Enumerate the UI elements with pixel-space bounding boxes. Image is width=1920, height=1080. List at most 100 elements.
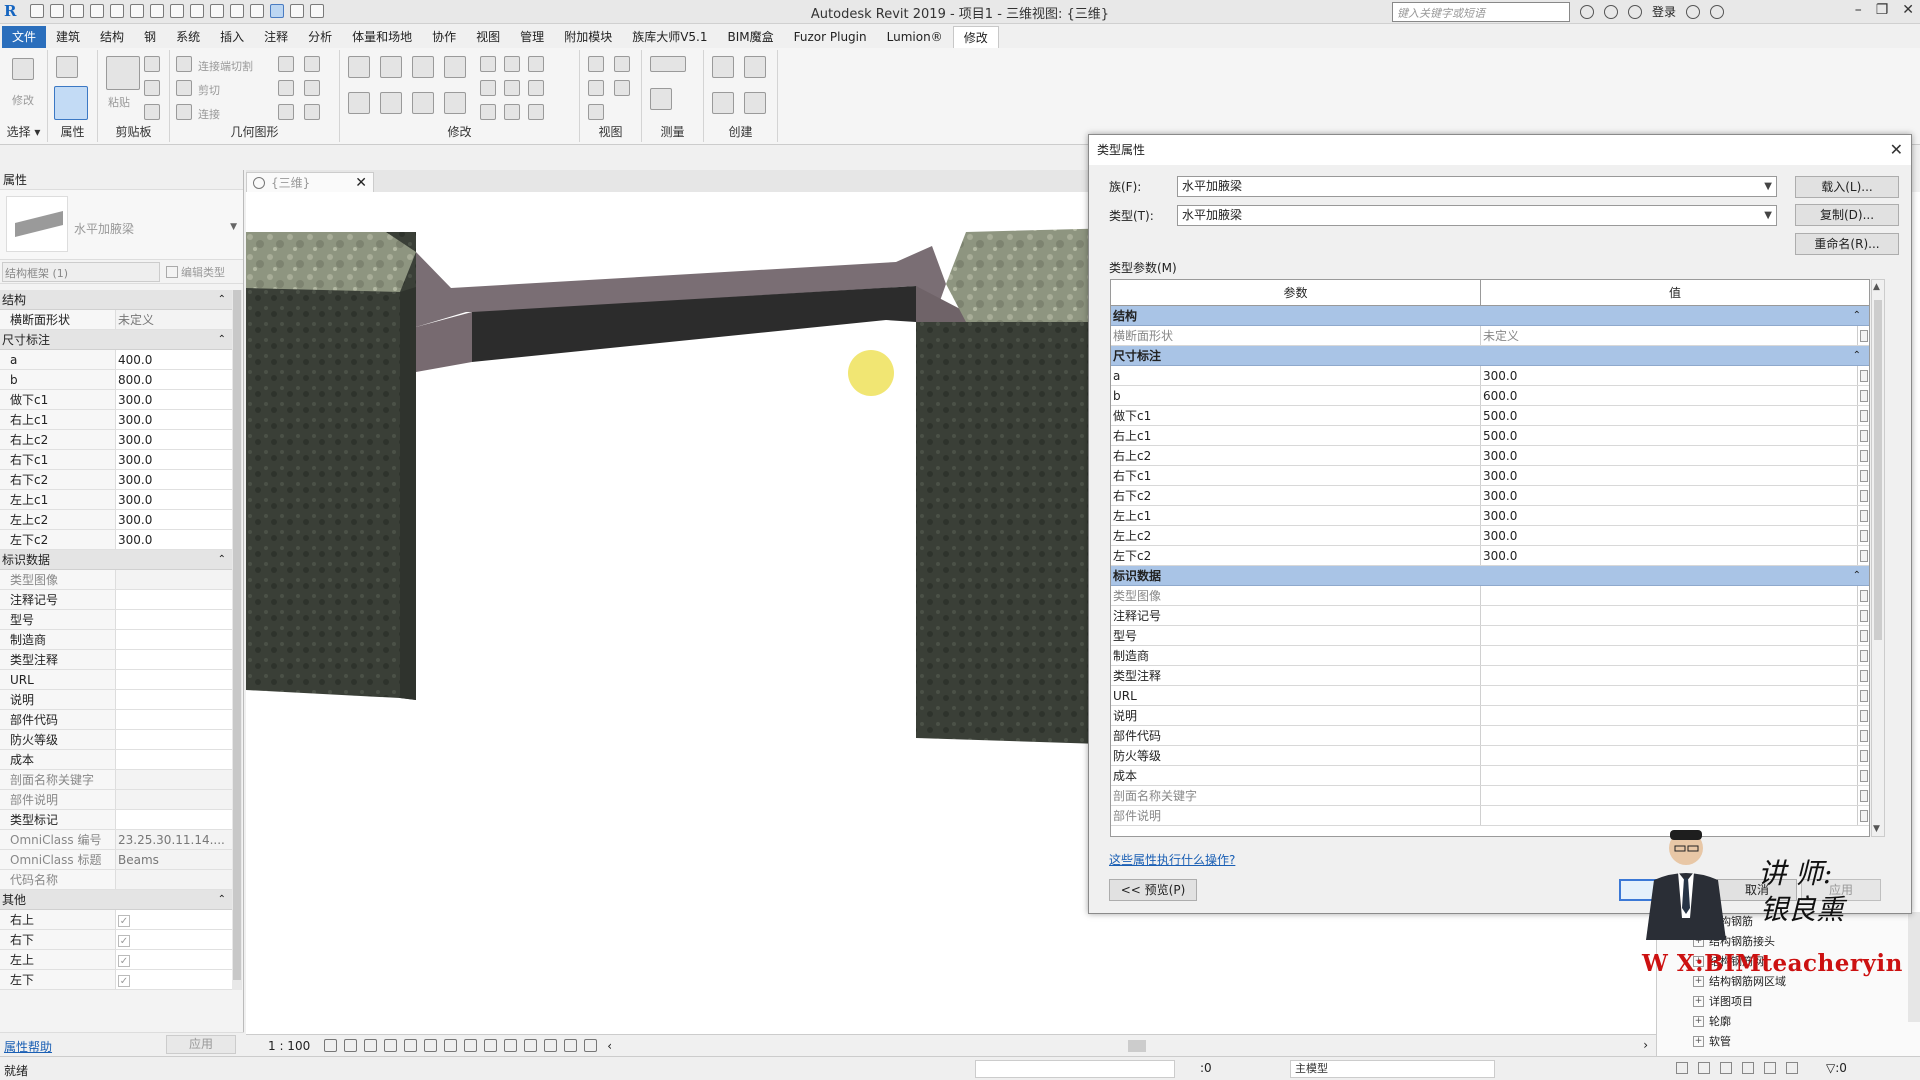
select-underlay-icon[interactable] (1698, 1062, 1710, 1074)
create-group-icon[interactable] (712, 92, 734, 114)
sync-icon[interactable] (70, 4, 84, 18)
detail-level-icon[interactable] (324, 1039, 338, 1052)
family-select[interactable]: 水平加腋梁 ▼ (1177, 175, 1777, 197)
associate-parameter-button[interactable] (1857, 486, 1869, 505)
tab-family-library[interactable]: 族库大师V5.1 (622, 26, 717, 48)
align-icon[interactable] (348, 56, 370, 78)
unpin-icon[interactable] (528, 80, 544, 96)
associate-parameter-button[interactable] (1857, 506, 1869, 525)
analytical-model-icon[interactable] (544, 1039, 558, 1052)
help-icon[interactable] (1710, 4, 1725, 19)
cope-icon[interactable] (176, 56, 192, 72)
section-icon[interactable] (250, 4, 264, 18)
grid-param-value[interactable]: 500.0 (1481, 406, 1857, 425)
join-label[interactable]: 连接 (198, 106, 220, 122)
tab-steel[interactable]: 钢 (134, 26, 166, 48)
property-value[interactable]: 300.0 (116, 490, 232, 509)
property-value[interactable] (116, 870, 232, 889)
grid-param-value[interactable] (1481, 646, 1857, 665)
crop-view-icon[interactable] (424, 1039, 438, 1052)
split-face-icon[interactable] (278, 56, 294, 72)
trim-extend-icon[interactable] (444, 92, 466, 114)
demolish-icon[interactable] (304, 80, 320, 96)
properties-section-header[interactable]: 结构 ⌃ (0, 290, 232, 310)
mirror-axis-icon[interactable] (412, 56, 434, 78)
property-checkbox[interactable]: ✓ (118, 935, 130, 947)
array-icon[interactable] (480, 80, 496, 96)
copy-element-icon[interactable] (380, 92, 402, 114)
close-icon[interactable]: ✕ (1890, 135, 1903, 165)
grid-param-value[interactable]: 300.0 (1481, 466, 1857, 485)
search-input[interactable]: 键入关键字或短语 (1392, 2, 1570, 22)
property-value[interactable]: 400.0 (116, 350, 232, 369)
column-header-parameter[interactable]: 参数 (1111, 280, 1481, 305)
temp-view-props-icon[interactable] (524, 1039, 538, 1052)
property-value[interactable]: 300.0 (116, 390, 232, 409)
collapse-icon[interactable]: ⌃ (1853, 346, 1861, 366)
property-value[interactable] (116, 730, 232, 749)
collapse-icon[interactable]: ⌃ (1853, 306, 1861, 326)
tab-lumion[interactable]: Lumion® (877, 26, 953, 48)
associate-parameter-button[interactable] (1857, 526, 1869, 545)
properties-help-link[interactable]: 属性帮助 (4, 1038, 52, 1055)
split-icon[interactable] (480, 56, 496, 72)
tab-collaborate[interactable]: 协作 (422, 26, 466, 48)
workset-select[interactable] (975, 1060, 1175, 1078)
property-value[interactable]: 23.25.30.11.14.... (116, 830, 232, 849)
grid-param-value[interactable] (1481, 786, 1857, 805)
associate-parameter-button[interactable] (1857, 446, 1869, 465)
associate-parameter-button[interactable] (1857, 466, 1869, 485)
grid-scrollbar[interactable]: ▲ ▼ (1871, 279, 1885, 837)
grid-param-value[interactable]: 未定义 (1481, 326, 1857, 345)
drag-elements-icon[interactable] (1764, 1062, 1776, 1074)
associate-parameter-button[interactable] (1857, 726, 1869, 745)
associate-parameter-button[interactable] (1857, 626, 1869, 645)
property-value[interactable]: 未定义 (116, 310, 232, 329)
tab-view[interactable]: 视图 (466, 26, 510, 48)
sun-path-icon[interactable] (364, 1039, 378, 1052)
modify-arrow-icon[interactable] (12, 58, 34, 80)
tab-manage[interactable]: 管理 (510, 26, 554, 48)
scroll-left-icon[interactable]: ‹ (607, 1039, 612, 1053)
property-value[interactable]: 300.0 (116, 450, 232, 469)
move-icon[interactable] (348, 92, 370, 114)
select-panel-label[interactable]: 选择 ▾ (0, 123, 47, 140)
design-option-select[interactable]: 主模型 (1290, 1060, 1495, 1078)
save-icon[interactable] (50, 4, 64, 18)
grid-param-value[interactable]: 300.0 (1481, 526, 1857, 545)
pin-icon[interactable] (528, 56, 544, 72)
restore-icon[interactable]: ❐ (1876, 2, 1889, 18)
tab-fuzor[interactable]: Fuzor Plugin (784, 26, 877, 48)
thin-lines-icon[interactable] (270, 4, 284, 18)
associate-parameter-button[interactable] (1857, 326, 1869, 345)
associate-parameter-button[interactable] (1857, 686, 1869, 705)
measure-distance-icon[interactable] (650, 56, 686, 72)
dimension-icon[interactable] (650, 88, 672, 110)
properties-apply-button[interactable]: 应用 (166, 1035, 236, 1054)
property-value[interactable]: 800.0 (116, 370, 232, 389)
property-value[interactable] (116, 670, 232, 689)
property-value[interactable] (116, 790, 232, 809)
property-value[interactable] (116, 650, 232, 669)
grid-section-header[interactable]: 标识数据 ⌃ (1111, 566, 1869, 586)
cut-label[interactable]: 剪切 (198, 82, 220, 98)
property-value[interactable] (116, 810, 232, 829)
duplicate-button[interactable]: 复制(D)... (1795, 204, 1899, 226)
favorites-star-icon[interactable] (1628, 4, 1642, 19)
property-value[interactable]: ✓ (116, 930, 232, 949)
edit-type-button[interactable]: 编辑类型 (166, 264, 225, 280)
shadows-icon[interactable] (384, 1039, 398, 1052)
minimize-icon[interactable]: – (1855, 2, 1862, 18)
grid-param-value[interactable] (1481, 606, 1857, 625)
scroll-down-icon[interactable]: ▼ (1873, 824, 1880, 834)
view-scale[interactable]: 1 : 100 (268, 1039, 310, 1053)
grid-param-value[interactable]: 300.0 (1481, 546, 1857, 565)
view-override-icon[interactable] (614, 80, 630, 96)
revit-logo-icon[interactable]: R (4, 2, 22, 20)
associate-parameter-button[interactable] (1857, 766, 1869, 785)
property-value[interactable]: 300.0 (116, 470, 232, 489)
grid-param-value[interactable]: 500.0 (1481, 426, 1857, 445)
create-parts-icon[interactable] (744, 56, 766, 78)
trim-multiple-icon[interactable] (504, 104, 520, 120)
scrollbar-thumb[interactable] (233, 290, 241, 980)
